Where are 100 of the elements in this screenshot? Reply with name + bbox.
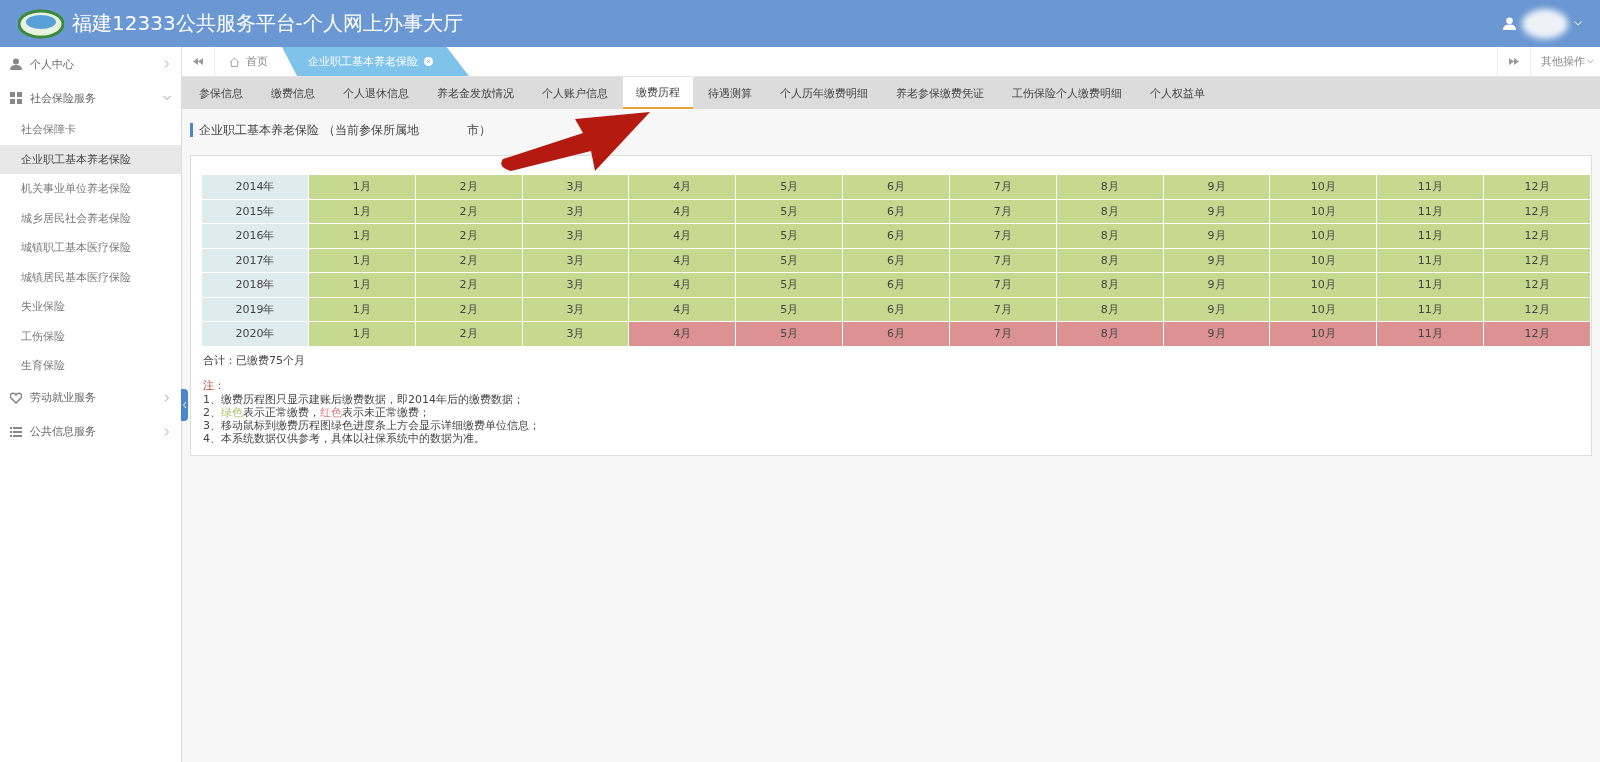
month-cell[interactable]: 8月 (1056, 272, 1164, 297)
month-cell[interactable]: 6月 (842, 248, 950, 273)
month-cell[interactable]: 4月 (628, 272, 736, 297)
month-cell[interactable]: 7月 (949, 199, 1057, 224)
month-cell[interactable]: 6月 (842, 321, 950, 346)
month-cell[interactable]: 4月 (628, 199, 736, 224)
month-cell[interactable]: 6月 (842, 174, 950, 199)
sidebar-item[interactable]: 城乡居民社会养老保险 (0, 203, 181, 233)
month-cell[interactable]: 7月 (949, 272, 1057, 297)
month-cell[interactable]: 9月 (1163, 199, 1270, 224)
month-cell[interactable]: 10月 (1269, 248, 1377, 273)
sub-tab[interactable]: 待遇测算 (695, 77, 765, 109)
collapse-handle[interactable] (181, 389, 188, 421)
sub-tab[interactable]: 养老金发放情况 (424, 77, 527, 109)
month-cell[interactable]: 4月 (628, 297, 736, 322)
month-cell[interactable]: 12月 (1483, 321, 1591, 346)
month-cell[interactable]: 8月 (1056, 199, 1164, 224)
sidebar-group[interactable]: 公共信息服务 (0, 414, 181, 449)
month-cell[interactable]: 6月 (842, 272, 950, 297)
scroll-left-icon[interactable] (193, 58, 203, 65)
month-cell[interactable]: 9月 (1163, 321, 1270, 346)
month-cell[interactable]: 7月 (949, 174, 1057, 199)
sub-tab[interactable]: 个人退休信息 (330, 77, 422, 109)
month-cell[interactable]: 2月 (415, 248, 523, 273)
sidebar-group[interactable]: 劳动就业服务 (0, 380, 181, 415)
month-cell[interactable]: 11月 (1376, 297, 1484, 322)
month-cell[interactable]: 4月 (628, 248, 736, 273)
month-cell[interactable]: 12月 (1483, 223, 1591, 248)
month-cell[interactable]: 1月 (308, 297, 416, 322)
month-cell[interactable]: 3月 (522, 272, 629, 297)
month-cell[interactable]: 7月 (949, 297, 1057, 322)
month-cell[interactable]: 9月 (1163, 272, 1270, 297)
month-cell[interactable]: 1月 (308, 321, 416, 346)
month-cell[interactable]: 12月 (1483, 297, 1591, 322)
sub-tab[interactable]: 个人账户信息 (529, 77, 621, 109)
month-cell[interactable]: 5月 (735, 199, 843, 224)
sidebar-item[interactable]: 社会保障卡 (0, 115, 181, 145)
month-cell[interactable]: 11月 (1376, 174, 1484, 199)
month-cell[interactable]: 2月 (415, 272, 523, 297)
sidebar-item[interactable]: 城镇职工基本医疗保险 (0, 233, 181, 263)
month-cell[interactable]: 10月 (1269, 223, 1377, 248)
sidebar-item[interactable]: 工伤保险 (0, 321, 181, 351)
month-cell[interactable]: 7月 (949, 248, 1057, 273)
month-cell[interactable]: 12月 (1483, 174, 1591, 199)
month-cell[interactable]: 1月 (308, 272, 416, 297)
sub-tab[interactable]: 缴费信息 (258, 77, 328, 109)
sidebar-item[interactable]: 生育保险 (0, 351, 181, 381)
month-cell[interactable]: 8月 (1056, 223, 1164, 248)
month-cell[interactable]: 8月 (1056, 174, 1164, 199)
other-actions-menu[interactable]: 其他操作 (1531, 47, 1600, 76)
sidebar-item[interactable]: 企业职工基本养老保险 (0, 144, 181, 174)
sidebar-item[interactable]: 城镇居民基本医疗保险 (0, 262, 181, 292)
month-cell[interactable]: 5月 (735, 297, 843, 322)
month-cell[interactable]: 7月 (949, 223, 1057, 248)
month-cell[interactable]: 4月 (628, 174, 736, 199)
month-cell[interactable]: 3月 (522, 321, 629, 346)
month-cell[interactable]: 1月 (308, 199, 416, 224)
month-cell[interactable]: 8月 (1056, 248, 1164, 273)
month-cell[interactable]: 3月 (522, 174, 629, 199)
month-cell[interactable]: 6月 (842, 297, 950, 322)
month-cell[interactable]: 9月 (1163, 248, 1270, 273)
month-cell[interactable]: 6月 (842, 223, 950, 248)
user-icon[interactable] (1503, 17, 1516, 30)
month-cell[interactable]: 11月 (1376, 321, 1484, 346)
month-cell[interactable]: 3月 (522, 297, 629, 322)
month-cell[interactable]: 1月 (308, 174, 416, 199)
month-cell[interactable]: 8月 (1056, 297, 1164, 322)
month-cell[interactable]: 5月 (735, 223, 843, 248)
month-cell[interactable]: 2月 (415, 321, 523, 346)
sidebar-item[interactable]: 机关事业单位养老保险 (0, 174, 181, 204)
month-cell[interactable]: 9月 (1163, 223, 1270, 248)
month-cell[interactable]: 12月 (1483, 248, 1591, 273)
month-cell[interactable]: 8月 (1056, 321, 1164, 346)
month-cell[interactable]: 11月 (1376, 223, 1484, 248)
month-cell[interactable]: 5月 (735, 321, 843, 346)
month-cell[interactable]: 10月 (1269, 174, 1377, 199)
month-cell[interactable]: 4月 (628, 223, 736, 248)
month-cell[interactable]: 10月 (1269, 321, 1377, 346)
caret-icon[interactable] (1574, 21, 1582, 26)
month-cell[interactable]: 11月 (1376, 199, 1484, 224)
month-cell[interactable]: 1月 (308, 248, 416, 273)
month-cell[interactable]: 11月 (1376, 248, 1484, 273)
month-cell[interactable]: 10月 (1269, 272, 1377, 297)
month-cell[interactable]: 2月 (415, 199, 523, 224)
sub-tab[interactable]: 缴费历程 (623, 77, 693, 109)
month-cell[interactable]: 9月 (1163, 297, 1270, 322)
sidebar-group[interactable]: 个人中心 (0, 47, 181, 81)
sub-tab[interactable]: 工伤保险个人缴费明细 (999, 77, 1135, 109)
sub-tab[interactable]: 参保信息 (186, 77, 256, 109)
month-cell[interactable]: 6月 (842, 199, 950, 224)
month-cell[interactable]: 12月 (1483, 199, 1591, 224)
month-cell[interactable]: 1月 (308, 223, 416, 248)
month-cell[interactable]: 4月 (628, 321, 736, 346)
sub-tab[interactable]: 个人权益单 (1137, 77, 1218, 109)
month-cell[interactable]: 11月 (1376, 272, 1484, 297)
month-cell[interactable]: 7月 (949, 321, 1057, 346)
scroll-right-icon[interactable] (1509, 58, 1519, 65)
month-cell[interactable]: 5月 (735, 174, 843, 199)
sidebar-group[interactable]: 社会保险服务 (0, 81, 181, 115)
month-cell[interactable]: 2月 (415, 174, 523, 199)
